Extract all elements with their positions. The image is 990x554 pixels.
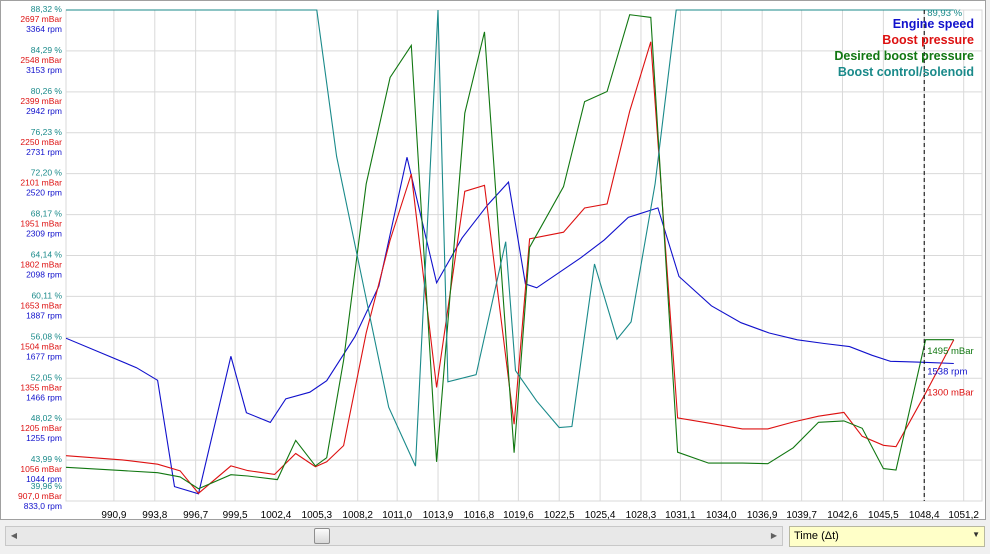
x-tick-label: 1002,4 <box>261 510 292 521</box>
chevron-down-icon: ▼ <box>972 530 980 539</box>
y-tick-label-mbar: 1056 mBar <box>20 464 62 474</box>
y-tick-label-rpm: 2098 rpm <box>26 270 62 280</box>
x-tick-label: 999,5 <box>223 510 248 521</box>
x-tick-label: 1042,6 <box>827 510 858 521</box>
legend-entry[interactable]: Desired boost pressure <box>834 49 974 63</box>
x-tick-label: 1005,3 <box>302 510 333 521</box>
y-tick-label-pct: 64,14 % <box>31 250 63 260</box>
y-tick-label-mbar: 2101 mBar <box>20 178 62 188</box>
y-tick-label-pct: 84,29 % <box>31 45 63 55</box>
chart-window: 990,9 993,8 996,7 999,5 1002,4 1005,3 1008,2 10… <box>0 0 990 554</box>
y-tick-label-mbar: 1802 mBar <box>20 260 62 270</box>
y-tick-label-pct: 52,05 % <box>31 372 63 382</box>
y-tick-label-mbar: 2697 mBar <box>20 14 62 24</box>
y-tick-label-rpm: 3153 rpm <box>26 65 62 75</box>
y-tick-label-rpm: 2942 rpm <box>26 106 62 116</box>
y-tick-label-pct: 43,99 % <box>31 454 63 464</box>
y-tick-label-pct: 60,11 % <box>31 290 62 300</box>
y-tick-label-rpm: 833,0 rpm <box>24 501 62 511</box>
y-tick-label-rpm: 2731 rpm <box>26 147 62 157</box>
y-tick-label-mbar: 907,0 mBar <box>18 491 62 501</box>
y-tick-label-mbar: 1205 mBar <box>20 423 62 433</box>
x-tick-label: 1039,7 <box>786 510 817 521</box>
x-tick-label: 1031,1 <box>665 510 696 521</box>
x-tick-label: 1013,9 <box>423 510 454 521</box>
scroll-left-arrow-icon[interactable]: ◀ <box>6 527 22 545</box>
y-tick-label-mbar: 2548 mBar <box>20 55 62 65</box>
cursor-value-label: 1538 rpm <box>927 366 967 377</box>
x-tick-label: 1022,5 <box>544 510 575 521</box>
scrollbar-thumb[interactable] <box>314 528 330 544</box>
y-tick-label-mbar: 2250 mBar <box>20 137 62 147</box>
y-tick-label-pct: 80,26 % <box>31 86 63 96</box>
y-tick-label-rpm: 1255 rpm <box>26 433 62 443</box>
chart-panel: 990,9 993,8 996,7 999,5 1002,4 1005,3 1008,2 10… <box>0 0 987 521</box>
x-tick-label: 993,8 <box>142 510 167 521</box>
y-tick-label-pct: 76,23 % <box>31 127 63 137</box>
y-tick-label-pct: 68,17 % <box>31 209 63 219</box>
x-tick-label: 1034,0 <box>706 510 737 521</box>
y-tick-label-pct: 48,02 % <box>31 413 63 423</box>
scroll-right-arrow-icon[interactable]: ▶ <box>766 527 782 545</box>
cursor-value-label: 1300 mBar <box>927 388 973 399</box>
y-tick-label-mbar: 1504 mBar <box>20 341 62 351</box>
legend-entry[interactable]: Engine speed <box>893 17 974 31</box>
y-tick-label-rpm: 2309 rpm <box>26 229 62 239</box>
y-tick-label-pct: 39,96 % <box>31 481 63 491</box>
x-tick-label: 996,7 <box>183 510 208 521</box>
y-tick-label-mbar: 2399 mBar <box>20 96 62 106</box>
y-tick-label-pct: 72,20 % <box>31 168 63 178</box>
x-axis-dropdown[interactable]: Time (Δt) ▼ <box>789 526 985 547</box>
y-tick-label-mbar: 1653 mBar <box>20 300 62 310</box>
x-tick-label: 1016,8 <box>464 510 495 521</box>
x-tick-label: 1028,3 <box>626 510 657 521</box>
x-tick-label: 1008,2 <box>342 510 373 521</box>
y-tick-label-pct: 56,08 % <box>31 331 63 341</box>
x-axis-dropdown-value: Time (Δt) <box>794 530 839 542</box>
y-tick-label-rpm: 1677 rpm <box>26 351 62 361</box>
x-tick-label: 1051,2 <box>948 510 979 521</box>
x-tick-label: 1036,9 <box>747 510 778 521</box>
y-tick-label-mbar: 1355 mBar <box>20 382 62 392</box>
legend-entry[interactable]: Boost pressure <box>882 33 974 47</box>
y-tick-label-rpm: 1887 rpm <box>26 310 62 320</box>
x-tick-label: 1048,4 <box>909 510 940 521</box>
x-tick-label: 1011,0 <box>382 510 412 521</box>
y-tick-label-rpm: 2520 rpm <box>26 188 62 198</box>
y-tick-label-pct: 88,32 % <box>31 4 63 14</box>
x-tick-label: 990,9 <box>101 510 126 521</box>
time-scrollbar[interactable]: ◀ ▶ <box>5 526 783 546</box>
x-tick-label: 1019,6 <box>503 510 534 521</box>
y-tick-label-rpm: 3364 rpm <box>26 24 62 34</box>
x-tick-label: 1025,4 <box>585 510 616 521</box>
line-chart[interactable]: 990,9 993,8 996,7 999,5 1002,4 1005,3 1008,2 10… <box>1 1 987 521</box>
cursor-value-label: 1495 mBar <box>927 346 973 357</box>
legend-entry[interactable]: Boost control/solenoid <box>838 65 974 79</box>
x-tick-label: 1045,5 <box>868 510 899 521</box>
bottom-toolbar: ◀ ▶ Time (Δt) ▼ <box>0 522 990 552</box>
y-tick-label-rpm: 1466 rpm <box>26 392 62 402</box>
y-tick-label-mbar: 1951 mBar <box>20 219 62 229</box>
